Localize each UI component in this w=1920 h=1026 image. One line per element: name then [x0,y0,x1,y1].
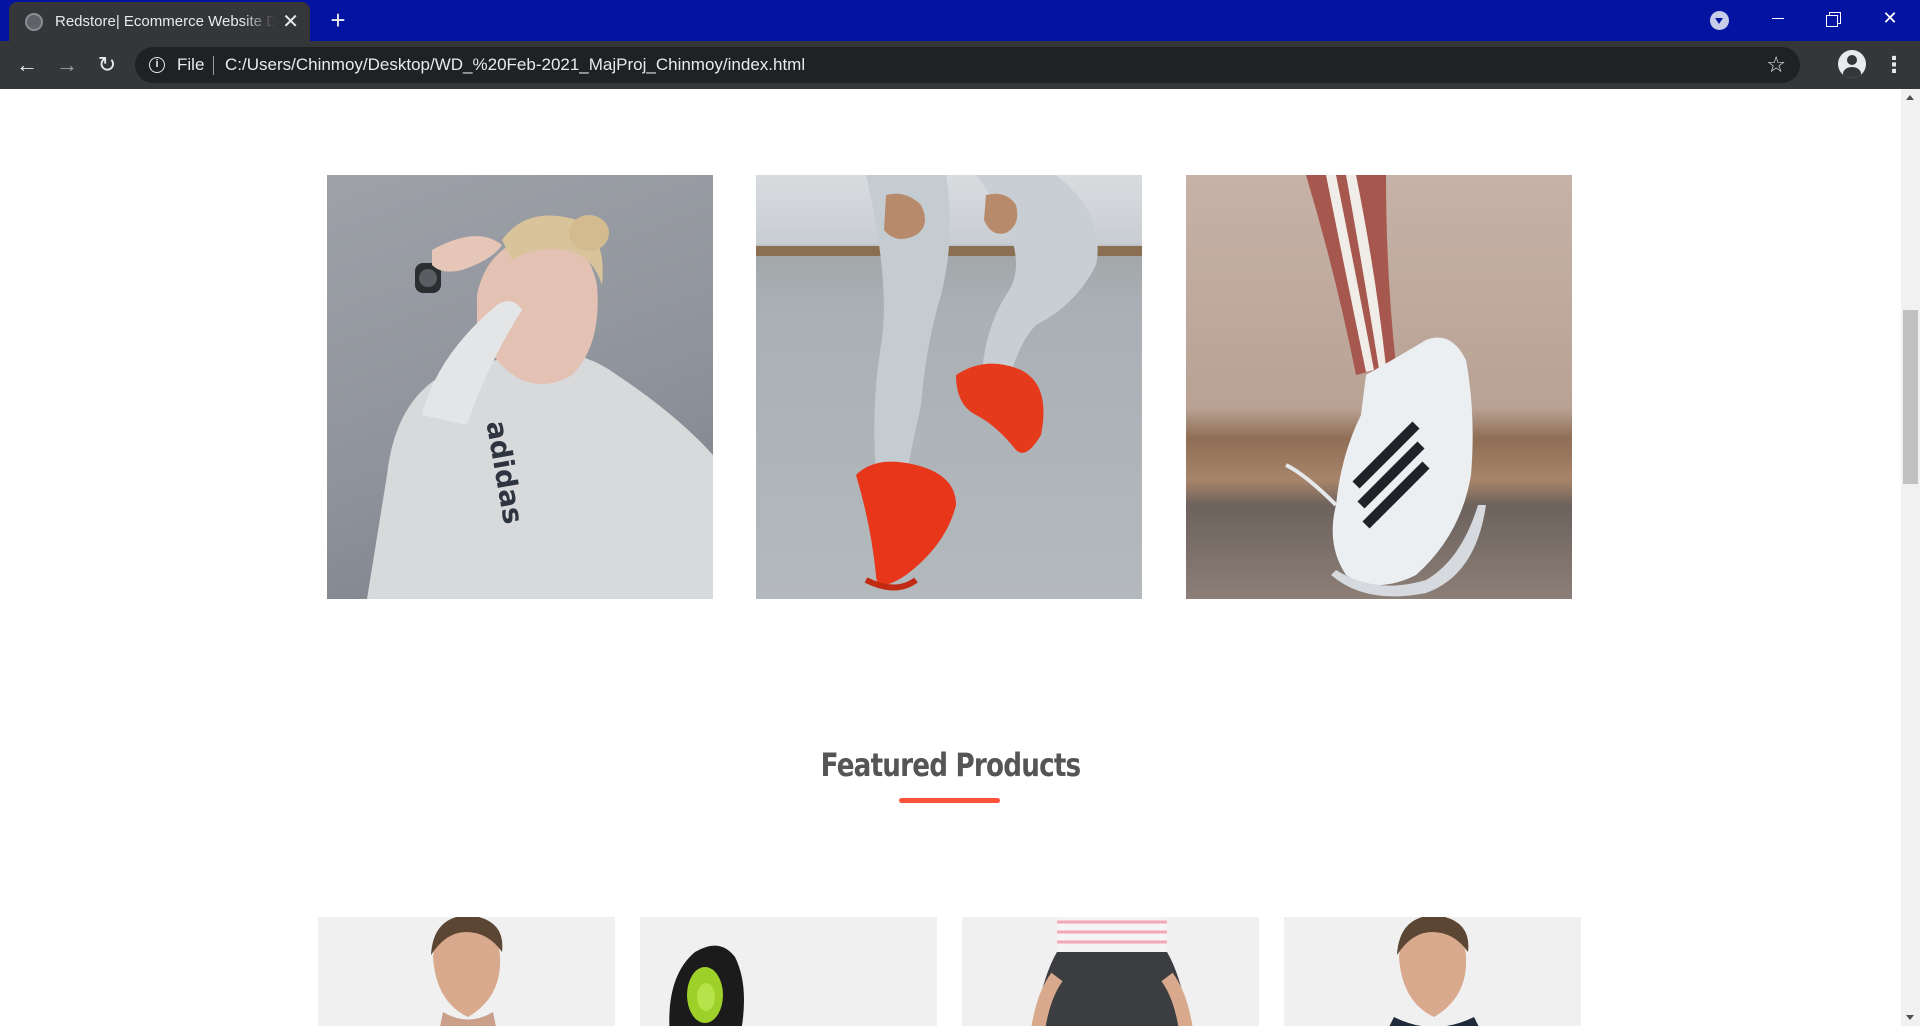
restore-button[interactable] [1806,0,1862,38]
hoodie-woman-illustration: adidas [367,215,713,599]
browser-tab[interactable]: Redstore| Ecommerce Website Design ✕ [9,2,310,41]
red-sneakers-illustration [756,175,1142,591]
minimize-button[interactable] [1750,0,1806,38]
address-bar[interactable]: i File C:/Users/Chinmoy/Desktop/WD_%20Fe… [135,47,1800,83]
browser-tab-strip: Redstore| Ecommerce Website Design ✕ + ✕ [0,0,1920,41]
account-avatar-icon[interactable] [1838,50,1866,78]
browser-menu-icon[interactable]: ⋮ [1880,50,1908,80]
reload-icon[interactable]: ↻ [92,50,122,80]
close-tab-icon[interactable]: ✕ [281,11,300,33]
vertical-scrollbar[interactable] [1901,89,1920,1026]
product-image-2[interactable] [640,917,937,1026]
category-image-adidas-superstar[interactable] [1186,175,1572,599]
title-underline [899,798,1000,803]
address-divider [213,56,214,75]
tab-title: Redstore| Ecommerce Website Design [55,13,276,30]
forward-arrow-icon[interactable]: → [52,50,82,80]
scheme-label: File [177,55,205,74]
browser-toolbar: ← → ↻ i File C:/Users/Chinmoy/Desktop/WD… [0,41,1920,89]
info-icon[interactable]: i [149,57,165,73]
globe-icon [25,12,43,31]
product-image-3[interactable] [962,917,1259,1026]
scrollbar-thumb[interactable] [1903,310,1918,484]
category-image-red-sneakers[interactable] [756,175,1142,599]
bookmark-star-icon[interactable]: ☆ [1766,52,1786,78]
window-close-button[interactable]: ✕ [1862,0,1918,38]
product-image-1[interactable] [318,917,615,1026]
new-tab-button[interactable]: + [324,6,352,34]
scroll-up-arrow-icon[interactable] [1901,89,1920,106]
category-image-adidas-hoodie-woman[interactable]: adidas [327,175,713,599]
back-arrow-icon[interactable]: ← [12,50,42,80]
tab-search-icon[interactable] [1710,11,1729,30]
superstar-sneaker-illustration [1285,175,1486,597]
url-text[interactable]: C:/Users/Chinmoy/Desktop/WD_%20Feb-2021_… [225,55,805,75]
page-viewport: adidas Featured Products [0,89,1901,1026]
joggers-model-illustration [1031,917,1193,1026]
product-image-4[interactable] [1284,917,1581,1026]
model-portrait-illustration [431,917,503,1026]
scroll-down-arrow-icon[interactable] [1901,1009,1920,1026]
black-shoe-illustration [669,945,744,1026]
model-portrait-illustration [1389,917,1479,1026]
featured-products-title: Featured Products [820,746,1082,784]
